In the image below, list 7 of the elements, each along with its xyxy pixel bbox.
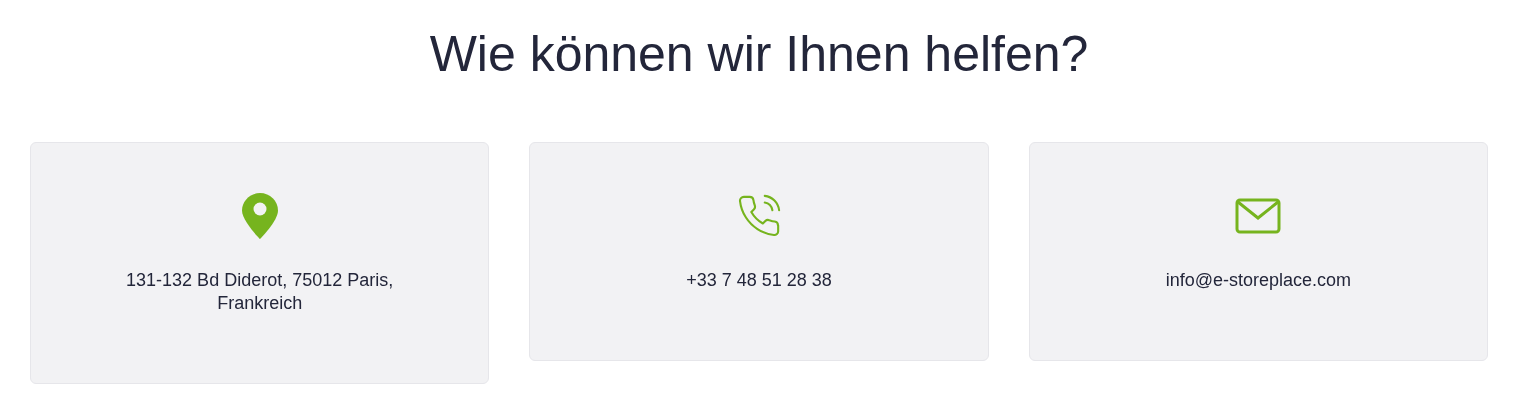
envelope-icon xyxy=(1235,198,1282,234)
phone-icon xyxy=(736,193,782,239)
page-heading: Wie können wir Ihnen helfen? xyxy=(429,25,1089,84)
contact-text: +33 7 48 51 28 38 xyxy=(686,269,832,292)
map-pin-icon xyxy=(241,193,278,239)
contact-text: 131-132 Bd Diderot, 75012 Paris, Frankreich xyxy=(125,269,395,315)
contact-text: info@e-storeplace.com xyxy=(1165,269,1351,292)
